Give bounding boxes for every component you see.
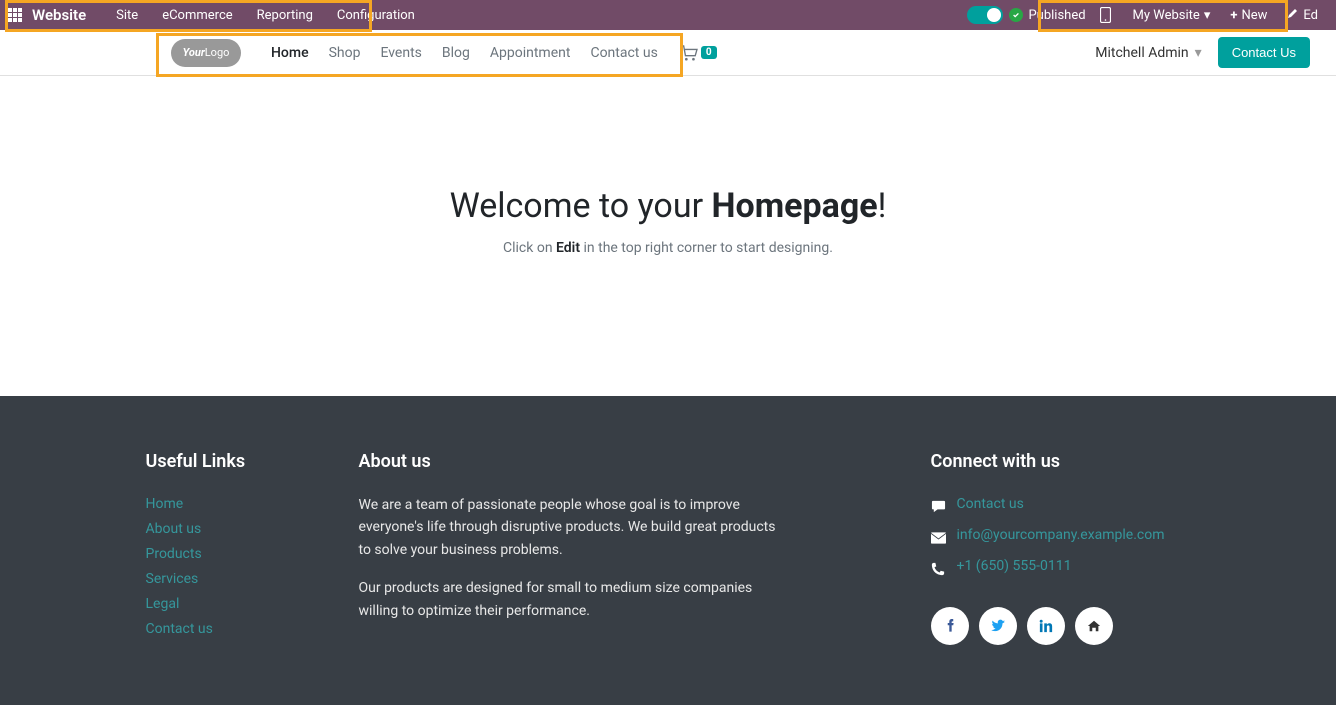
envelope-icon	[931, 532, 949, 544]
new-label: New	[1241, 8, 1267, 23]
nav-events[interactable]: Events	[370, 45, 431, 61]
admin-menu-ecommerce[interactable]: eCommerce	[150, 0, 244, 30]
admin-menu-reporting[interactable]: Reporting	[245, 0, 325, 30]
footer-useful-links: Useful Links Home About us Products Serv…	[146, 451, 319, 645]
social-home[interactable]	[1075, 607, 1113, 645]
publish-toggle[interactable]	[967, 6, 1003, 24]
plus-icon: +	[1230, 8, 1237, 23]
cart-count-badge: 0	[701, 46, 717, 59]
cart-button[interactable]: 0	[680, 45, 717, 61]
hero-title-prefix: Welcome to your	[450, 186, 712, 226]
chat-icon	[931, 499, 949, 514]
footer-link-services[interactable]: Services	[146, 569, 319, 590]
apps-grid-icon[interactable]	[8, 8, 22, 22]
hero-subtitle: Click on Edit in the top right corner to…	[20, 240, 1316, 256]
admin-app-name[interactable]: Website	[32, 6, 86, 24]
nav-blog[interactable]: Blog	[432, 45, 480, 61]
email-row: info@yourcompany.example.com	[931, 525, 1191, 550]
published-label: Published	[1028, 8, 1085, 23]
footer-contact-link[interactable]: Contact us	[957, 494, 1024, 515]
contact-us-button[interactable]: Contact Us	[1218, 37, 1310, 68]
published-check-icon	[1009, 8, 1023, 22]
footer-connect: Connect with us Contact us info@yourcomp…	[931, 451, 1191, 645]
social-facebook[interactable]	[931, 607, 969, 645]
footer-email-link[interactable]: info@yourcompany.example.com	[957, 525, 1165, 546]
admin-bar: Website Site eCommerce Reporting Configu…	[0, 0, 1336, 30]
footer-link-about[interactable]: About us	[146, 519, 319, 540]
mobile-preview-icon[interactable]	[1100, 7, 1111, 23]
nav-home[interactable]: Home	[261, 45, 319, 61]
site-header: YourLogo Home Shop Events Blog Appointme…	[0, 30, 1336, 76]
footer-link-contact[interactable]: Contact us	[146, 619, 319, 640]
nav-appointment[interactable]: Appointment	[480, 45, 581, 61]
about-p1: We are a team of passionate people whose…	[359, 494, 789, 561]
hero-title-bold: Homepage	[712, 186, 878, 226]
edit-button[interactable]: Ed	[1277, 0, 1328, 30]
hero-section: Welcome to your Homepage! Click on Edit …	[0, 76, 1336, 396]
admin-menu-site[interactable]: Site	[104, 0, 150, 30]
about-p2: Our products are designed for small to m…	[359, 577, 789, 622]
connect-title: Connect with us	[931, 451, 1191, 472]
social-linkedin[interactable]	[1027, 607, 1065, 645]
caret-down-icon: ▾	[1195, 45, 1202, 61]
social-row	[931, 607, 1191, 645]
caret-down-icon: ▾	[1204, 8, 1211, 23]
social-twitter[interactable]	[979, 607, 1017, 645]
footer: Useful Links Home About us Products Serv…	[0, 396, 1336, 705]
footer-link-products[interactable]: Products	[146, 544, 319, 565]
hero-sub-bold: Edit	[556, 240, 580, 256]
user-menu-dropdown[interactable]: Mitchell Admin ▾	[1095, 45, 1201, 61]
hero-sub-suffix: in the top right corner to start designi…	[580, 240, 833, 256]
footer-phone-link[interactable]: +1 (650) 555-0111	[957, 556, 1072, 577]
website-selector-label: My Website	[1133, 8, 1200, 23]
footer-link-home[interactable]: Home	[146, 494, 319, 515]
user-name-label: Mitchell Admin	[1095, 45, 1188, 61]
site-logo[interactable]: YourLogo	[171, 39, 241, 67]
phone-icon	[931, 562, 949, 576]
nav-contact[interactable]: Contact us	[580, 45, 667, 61]
cart-icon	[680, 45, 698, 61]
about-title: About us	[359, 451, 789, 472]
new-page-button[interactable]: + New	[1220, 0, 1277, 30]
nav-shop[interactable]: Shop	[319, 45, 371, 61]
hero-title-suffix: !	[878, 186, 887, 226]
footer-about: About us We are a team of passionate peo…	[359, 451, 789, 645]
hero-sub-prefix: Click on	[503, 240, 556, 256]
phone-row: +1 (650) 555-0111	[931, 556, 1191, 581]
pencil-icon	[1287, 7, 1299, 23]
website-selector-dropdown[interactable]: My Website ▾	[1123, 0, 1221, 30]
footer-link-legal[interactable]: Legal	[146, 594, 319, 615]
edit-label: Ed	[1303, 8, 1318, 23]
contact-link-row: Contact us	[931, 494, 1191, 519]
useful-links-title: Useful Links	[146, 451, 319, 472]
hero-title: Welcome to your Homepage!	[20, 186, 1316, 226]
admin-menu-configuration[interactable]: Configuration	[325, 0, 427, 30]
